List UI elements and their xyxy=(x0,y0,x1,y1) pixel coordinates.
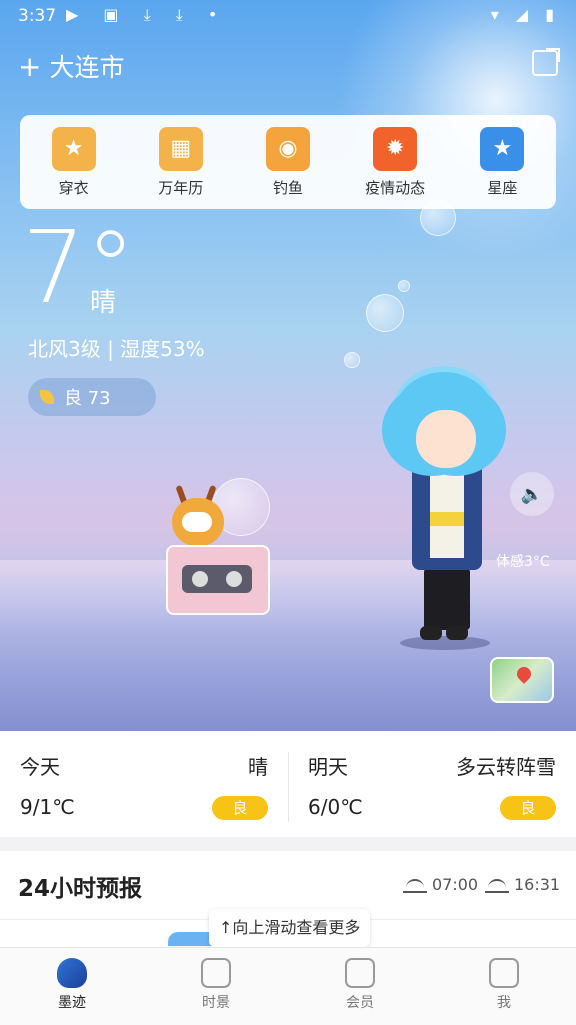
virus-shield-icon: ✹ xyxy=(373,126,418,171)
calendar-icon: ▦ xyxy=(158,126,203,171)
leaf-icon xyxy=(40,390,54,404)
shortcut-star[interactable]: ★ 星座 xyxy=(452,126,552,198)
character-body[interactable] xyxy=(412,460,482,570)
day-name: 明天 xyxy=(308,755,348,779)
shortcut-label: 穿衣 xyxy=(58,178,89,197)
character-shoe xyxy=(420,626,442,640)
horizon-water xyxy=(0,560,576,731)
sunrise-icon xyxy=(403,878,427,893)
wind-humidity: 北风3级 | 湿度53% xyxy=(28,337,205,361)
scroll-hint-tooltip: ↑向上滑动查看更多 xyxy=(209,909,371,947)
shortcut-fish[interactable]: ◉ 钓鱼 xyxy=(238,126,338,198)
speaker-icon[interactable]: 🔈 xyxy=(510,472,554,516)
section-title: 24小时预报 xyxy=(18,876,143,902)
map-pin-icon xyxy=(514,664,534,684)
shortcut-calendar[interactable]: ▦ 万年历 xyxy=(131,126,231,198)
profile-icon xyxy=(489,958,519,988)
cassette-window xyxy=(182,565,252,593)
shortcut-label: 万年历 xyxy=(158,178,204,197)
air-quality-badge: 良 xyxy=(212,796,268,820)
add-city-icon[interactable]: + xyxy=(18,50,41,83)
map-button[interactable] xyxy=(490,657,554,703)
shortcut-virus-shield[interactable]: ✹ 疫情动态 xyxy=(345,126,445,198)
nav-label: 我 xyxy=(497,995,511,1011)
deer-mascot[interactable] xyxy=(172,498,224,546)
city-selector[interactable]: + 大连市 xyxy=(18,48,124,84)
shortcut-label: 星座 xyxy=(487,178,518,197)
current-condition: 晴 xyxy=(90,288,117,318)
status-bar: 3:37 ▶ ▣ ⤓ ⤓ • ▾ ◢ ▮ xyxy=(0,0,576,32)
nav-item-0[interactable]: 墨迹 xyxy=(0,948,144,1025)
nav-label: 时景 xyxy=(202,995,230,1011)
weather-hero xyxy=(0,0,576,731)
character-face[interactable] xyxy=(416,410,476,468)
current-temperature: 7° xyxy=(22,209,136,326)
sunset-time: 16:31 xyxy=(514,875,561,894)
shortcut-label: 疫情动态 xyxy=(365,178,426,197)
system-icons: ▾ ◢ ▮ xyxy=(490,5,560,24)
status-time: 3:37 xyxy=(18,6,57,26)
air-quality-badge: 良 xyxy=(500,796,556,820)
bubble xyxy=(398,280,410,292)
picture-icon xyxy=(201,958,231,988)
section-separator xyxy=(0,837,576,851)
character-shoe xyxy=(446,626,468,640)
day-temperature-range: 9/1℃ xyxy=(20,795,75,819)
notification-icons: ▶ ▣ ⤓ ⤓ • xyxy=(66,5,228,24)
nav-label: 会员 xyxy=(346,995,374,1011)
fish-icon: ◉ xyxy=(265,126,310,171)
shirt-icon: ★ xyxy=(51,126,96,171)
divider xyxy=(288,752,289,822)
moji-logo-icon xyxy=(57,958,87,988)
share-icon[interactable] xyxy=(532,48,560,76)
day-name: 今天 xyxy=(20,755,60,779)
bubble xyxy=(344,352,360,368)
day-condition: 晴 xyxy=(248,755,268,779)
nav-label: 墨迹 xyxy=(58,995,86,1011)
star-icon: ★ xyxy=(480,126,525,171)
bubble xyxy=(366,294,404,332)
shortcut-shirt[interactable]: ★ 穿衣 xyxy=(24,126,124,198)
nav-item-2[interactable]: 会员 xyxy=(288,948,432,1025)
feels-like: 体感3°C xyxy=(496,554,550,570)
day-condition: 多云转阵雪 xyxy=(456,755,556,779)
shortcut-card: ★ 穿衣 ▦ 万年历 ◉ 钓鱼 ✹ 疫情动态 ★ 星座 xyxy=(20,115,556,209)
nav-item-3[interactable]: 我 xyxy=(432,948,576,1025)
sunset-icon xyxy=(485,878,509,893)
day-temperature-range: 6/0℃ xyxy=(308,795,363,819)
character-shadow xyxy=(400,636,490,650)
vip-icon xyxy=(345,958,375,988)
city-name: 大连市 xyxy=(49,53,125,82)
character-legs xyxy=(424,568,470,630)
sunrise-time: 07:00 xyxy=(432,875,479,894)
tomorrow-forecast[interactable]: 明天 多云转阵雪 6/0℃ 良 xyxy=(288,731,576,837)
nav-item-1[interactable]: 时景 xyxy=(144,948,288,1025)
aqi-badge[interactable]: 良 73 xyxy=(28,378,156,416)
shortcut-label: 钓鱼 xyxy=(272,178,303,197)
today-forecast[interactable]: 今天 晴 9/1℃ 良 xyxy=(0,731,288,837)
bottom-nav: 墨迹 时景 会员 我 xyxy=(0,947,576,1025)
sunset: 16:31 xyxy=(485,875,561,894)
sunrise: 07:00 xyxy=(403,875,479,894)
aqi-value: 良 73 xyxy=(64,388,111,409)
cassette-tape[interactable] xyxy=(166,545,270,615)
